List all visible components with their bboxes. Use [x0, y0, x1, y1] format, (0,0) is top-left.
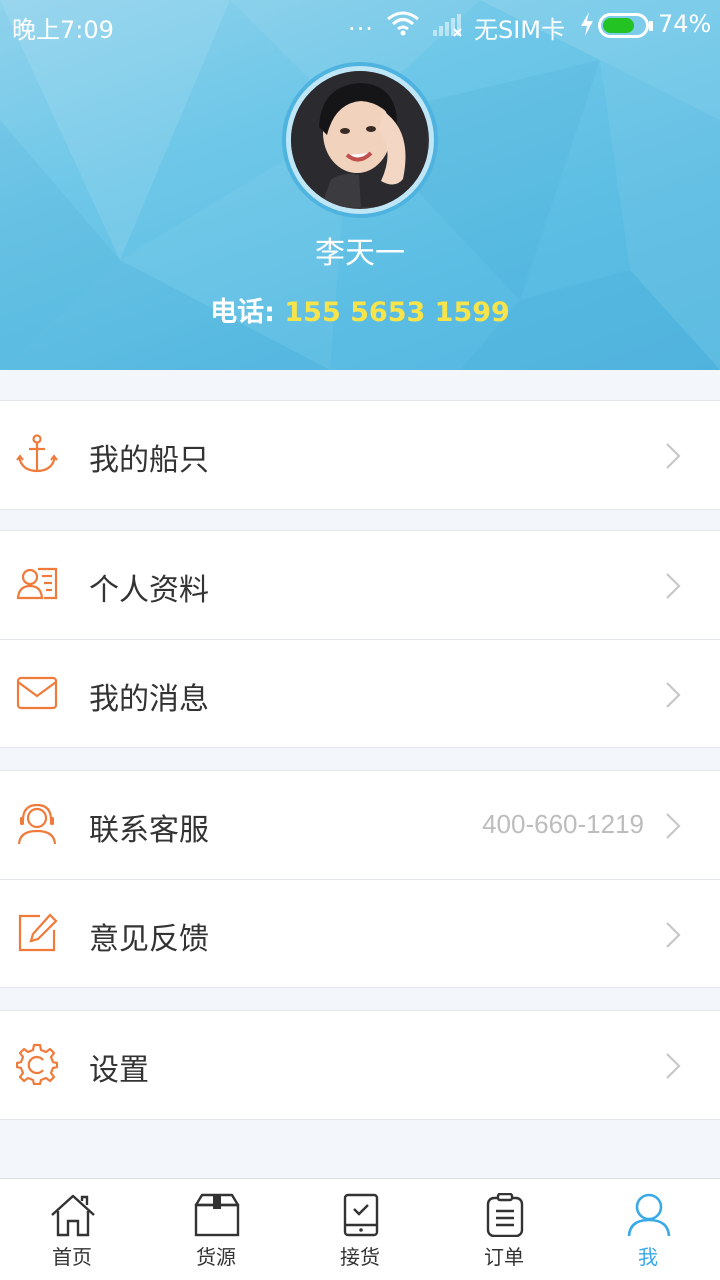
gear-icon: [16, 1043, 58, 1085]
menu-group-ships: 我的船只: [0, 400, 720, 510]
tab-label-orders: 订单: [484, 1245, 524, 1269]
menu-label-settings: 设置: [89, 1053, 149, 1088]
user-phone: 电话: 155 5653 1599: [0, 290, 720, 329]
home-icon: [51, 1194, 95, 1237]
user-name: 李天一: [315, 236, 405, 271]
user-icon: [627, 1193, 671, 1237]
id-card-icon: [16, 567, 58, 600]
menu-item-settings[interactable]: 设置: [0, 1011, 720, 1119]
chevron-right-icon: [666, 682, 681, 708]
menu-group-personal: 个人资料 我的消息: [0, 530, 720, 748]
signal-icon: [433, 14, 462, 37]
tab-home[interactable]: 首页: [0, 1179, 144, 1280]
edit-icon: [18, 913, 58, 952]
chevron-right-icon: [666, 813, 681, 839]
status-dots: ...: [348, 8, 374, 36]
carrier-label: 无SIM卡: [474, 16, 566, 44]
battery-percent: 74%: [658, 10, 712, 38]
customer-service-phone[interactable]: 400-660-1219: [482, 809, 644, 840]
menu-item-messages[interactable]: 我的消息: [0, 639, 720, 747]
status-time: 晚上7:09: [12, 16, 114, 44]
tab-cargo-source[interactable]: 货源: [144, 1179, 288, 1280]
chevron-right-icon: [666, 443, 681, 469]
tablet-check-icon: [343, 1193, 379, 1237]
menu-item-profile-info[interactable]: 个人资料: [0, 531, 720, 639]
tab-label-cargo-source: 货源: [196, 1245, 236, 1269]
avatar[interactable]: [282, 62, 438, 218]
menu-item-feedback[interactable]: 意见反馈: [0, 879, 720, 987]
battery-icon: [598, 13, 653, 38]
person-portrait-icon: [291, 71, 427, 207]
tab-label-receive-cargo: 接货: [340, 1245, 380, 1269]
headset-icon: [17, 803, 57, 845]
menu-group-support: 联系客服 400-660-1219 意见反馈: [0, 770, 720, 988]
menu-group-settings: 设置: [0, 1010, 720, 1120]
avatar-photo: [291, 71, 429, 209]
profile-header: 晚上7:09 ... 无SIM卡 74% 李天一 电话: 155 5653 15…: [0, 0, 720, 370]
status-bar: 晚上7:09 ... 无SIM卡 74%: [0, 0, 720, 50]
menu-item-customer-service[interactable]: 联系客服 400-660-1219: [0, 771, 720, 879]
bottom-tab-bar: 首页 货源 接货 订单 我: [0, 1178, 720, 1280]
tab-label-home: 首页: [52, 1245, 92, 1269]
chevron-right-icon: [666, 922, 681, 948]
menu-label-feedback: 意见反馈: [89, 922, 209, 957]
tab-receive-cargo[interactable]: 接货: [288, 1179, 432, 1280]
menu-label-my-ships: 我的船只: [89, 443, 209, 478]
phone-number: 155 5653 1599: [284, 297, 510, 328]
menu-label-profile-info: 个人资料: [89, 573, 209, 608]
chevron-right-icon: [666, 573, 681, 599]
chevron-right-icon: [666, 1053, 681, 1079]
tab-me[interactable]: 我: [576, 1179, 720, 1280]
tab-label-me: 我: [638, 1245, 658, 1269]
menu-item-my-ships[interactable]: 我的船只: [0, 401, 720, 509]
phone-label: 电话:: [210, 297, 275, 328]
wifi-icon: [387, 11, 419, 36]
anchor-icon: [16, 434, 58, 473]
menu-label-messages: 我的消息: [89, 682, 209, 717]
menu-label-customer-service: 联系客服: [89, 813, 209, 848]
tab-orders[interactable]: 订单: [432, 1179, 576, 1280]
box-icon: [194, 1193, 240, 1237]
charging-icon: [581, 12, 593, 36]
clipboard-icon: [486, 1193, 524, 1237]
envelope-icon: [16, 676, 58, 710]
